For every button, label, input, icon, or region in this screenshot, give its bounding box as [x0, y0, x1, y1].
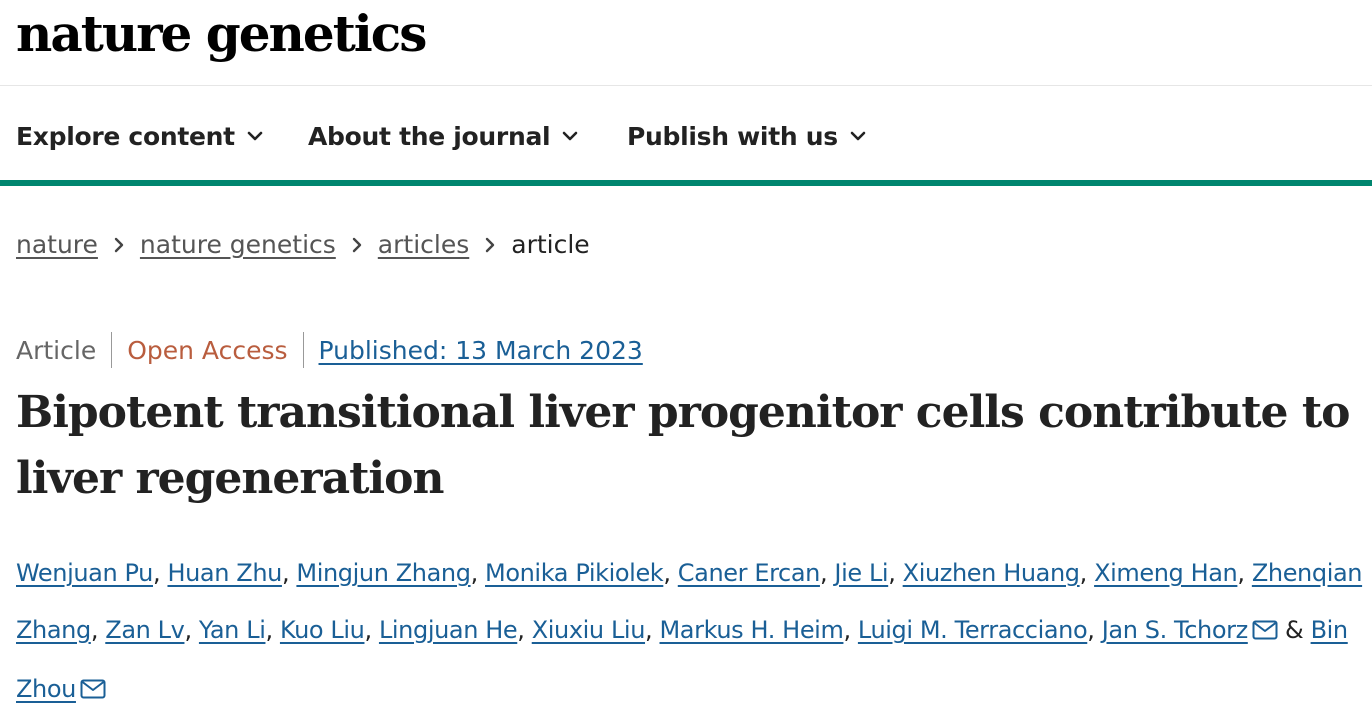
nav-item-label: About the journal — [308, 121, 551, 151]
author-link[interactable]: Wenjuan Pu — [16, 559, 153, 587]
nav-publish-with-us[interactable]: Publish with us — [627, 86, 866, 186]
site-header: nature genetics — [0, 0, 1372, 86]
journal-logo[interactable]: nature genetics — [16, 2, 427, 66]
article-meta: Article Open Access Published: 13 March … — [16, 332, 643, 368]
author-link[interactable]: Jan S. Tchorz — [1102, 616, 1248, 644]
author-link[interactable]: Lingjuan He — [379, 616, 518, 644]
breadcrumb-link-nature[interactable]: nature — [16, 230, 98, 259]
author-link[interactable]: Xiuzhen Huang — [903, 559, 1080, 587]
main-nav: Explore content About the journal Publis… — [0, 86, 1372, 186]
author-link[interactable]: Mingjun Zhang — [296, 559, 471, 587]
article-type: Article — [16, 335, 97, 365]
chevron-down-icon — [562, 131, 578, 141]
author-link[interactable]: Markus H. Heim — [660, 616, 844, 644]
author-link[interactable]: Zan Lv — [105, 616, 185, 644]
chevron-right-icon — [485, 237, 495, 253]
author-link[interactable]: Jie Li — [834, 559, 888, 587]
email-icon[interactable] — [1252, 604, 1278, 661]
chevron-right-icon — [352, 237, 362, 253]
author-list: Wenjuan Pu, Huan Zhu, Mingjun Zhang, Mon… — [16, 545, 1366, 720]
breadcrumb-current: article — [511, 230, 590, 259]
chevron-right-icon — [114, 237, 124, 253]
chevron-down-icon — [850, 131, 866, 141]
nav-about-journal[interactable]: About the journal — [308, 86, 578, 186]
article-title: Bipotent transitional liver progenitor c… — [16, 387, 1351, 504]
nav-explore-content[interactable]: Explore content — [16, 86, 263, 186]
author-connector: & — [1285, 616, 1304, 644]
breadcrumb-link-nature-genetics[interactable]: nature genetics — [140, 230, 336, 259]
email-icon[interactable] — [80, 663, 106, 720]
breadcrumb-link-articles[interactable]: articles — [378, 230, 469, 259]
author-link[interactable]: Monika Pikiolek — [485, 559, 664, 587]
author-link[interactable]: Kuo Liu — [280, 616, 365, 644]
author-link[interactable]: Caner Ercan — [678, 559, 821, 587]
open-access-label: Open Access — [127, 335, 288, 365]
author-link[interactable]: Yan Li — [199, 616, 266, 644]
published-date-link[interactable]: Published: 13 March 2023 — [319, 336, 643, 365]
nav-item-label: Publish with us — [627, 121, 838, 151]
breadcrumb: nature nature genetics articles article — [16, 230, 590, 259]
meta-divider — [111, 332, 113, 368]
author-link[interactable]: Xiuxiu Liu — [532, 616, 646, 644]
chevron-down-icon — [247, 131, 263, 141]
author-link[interactable]: Ximeng Han — [1094, 559, 1238, 587]
author-link[interactable]: Luigi M. Terracciano — [858, 616, 1088, 644]
nav-item-label: Explore content — [16, 121, 235, 151]
meta-divider — [302, 332, 304, 368]
author-link[interactable]: Huan Zhu — [167, 559, 282, 587]
